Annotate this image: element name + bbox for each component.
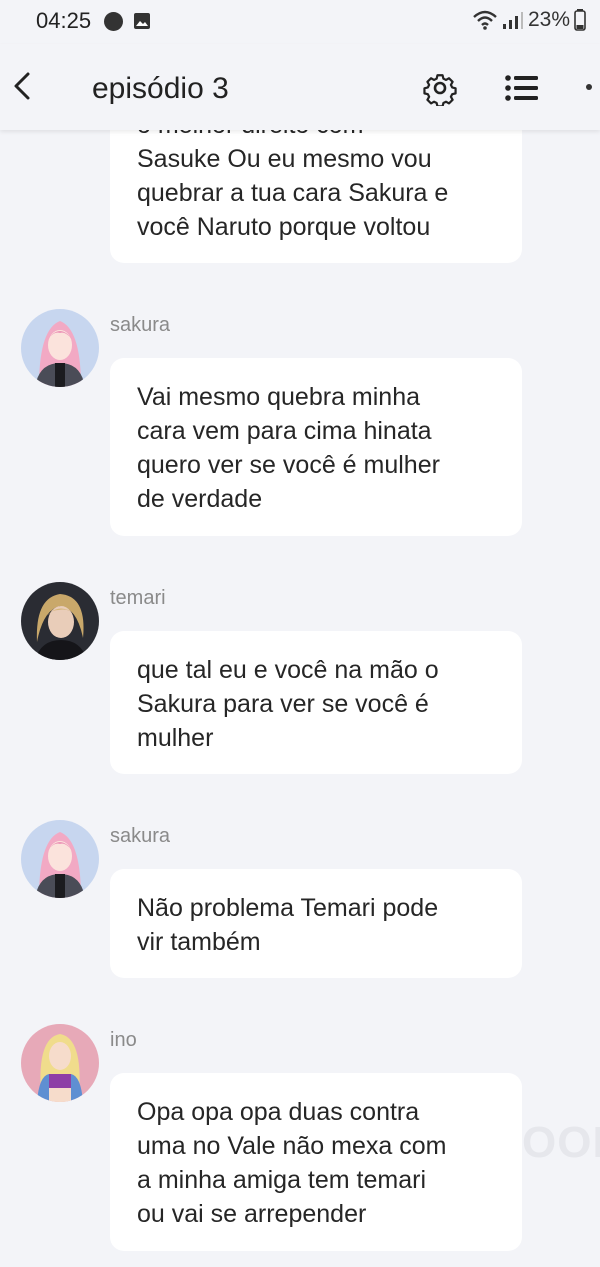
list-icon bbox=[505, 75, 538, 101]
sender-name: sakura bbox=[110, 314, 171, 336]
message-line: você Naruto porque voltou bbox=[137, 213, 431, 241]
message-line: quero ver se você é mulher bbox=[137, 451, 440, 479]
watermark: OON bbox=[522, 1118, 600, 1167]
status-time: 04:25 bbox=[36, 8, 92, 33]
image-notification-icon bbox=[133, 12, 151, 35]
message-bubble: Opa opa opa duas contra uma no Vale não … bbox=[110, 1073, 522, 1251]
message-line: Vai mesmo quebra minha bbox=[137, 383, 421, 411]
battery-icon bbox=[574, 9, 586, 31]
message-line: de verdade bbox=[137, 485, 263, 513]
settings-button[interactable] bbox=[422, 70, 458, 108]
wifi-icon bbox=[472, 9, 498, 31]
message-line: uma no Vale não mexa com bbox=[137, 1132, 447, 1160]
message-line: mulher bbox=[137, 724, 214, 752]
message-line: ou vai se arrepender bbox=[137, 1200, 367, 1228]
message-line: Opa opa opa duas contra bbox=[137, 1098, 420, 1126]
chat-thread: OON o melhor direito com Sasuke Ou eu me… bbox=[0, 0, 600, 1267]
avatar-sakura[interactable] bbox=[21, 309, 99, 387]
avatar-image bbox=[21, 309, 99, 387]
app-bar: episódio 3 bbox=[0, 44, 600, 130]
page-title: episódio 3 bbox=[92, 72, 229, 105]
avatar-sakura[interactable] bbox=[21, 820, 99, 898]
avatar-image bbox=[21, 1024, 99, 1102]
avatar-image bbox=[21, 582, 99, 660]
chevron-left-icon bbox=[14, 72, 30, 100]
more-dots-icon bbox=[586, 84, 592, 90]
message-line: quebrar a tua cara Sakura e bbox=[137, 179, 449, 207]
message-line: vir também bbox=[137, 928, 261, 956]
message-bubble: que tal eu e você na mão o Sakura para v… bbox=[110, 631, 522, 774]
avatar-image bbox=[21, 820, 99, 898]
message-line: Sakura para ver se você é bbox=[137, 690, 429, 718]
message-line: a minha amiga tem temari bbox=[137, 1166, 427, 1194]
signal-icon bbox=[502, 10, 524, 30]
back-button[interactable] bbox=[6, 66, 42, 106]
sender-name: ino bbox=[110, 1029, 137, 1051]
battery-percent: 23% bbox=[527, 8, 570, 31]
avatar-temari[interactable] bbox=[21, 582, 99, 660]
message-line: cara vem para cima hinata bbox=[137, 417, 432, 445]
message-line: Sasuke Ou eu mesmo vou bbox=[137, 145, 432, 173]
message-bubble: Não problema Temari pode vir também bbox=[110, 869, 522, 978]
chapter-list-button[interactable] bbox=[503, 70, 541, 106]
message-bubble: Vai mesmo quebra minha cara vem para cim… bbox=[110, 358, 522, 536]
notification-dot-icon bbox=[104, 12, 123, 31]
message-line: que tal eu e você na mão o bbox=[137, 656, 439, 684]
sender-name: temari bbox=[110, 587, 166, 609]
status-indicators: 23% bbox=[472, 8, 586, 32]
status-bar: 04:25 23% bbox=[0, 0, 600, 44]
more-options-button[interactable] bbox=[586, 84, 596, 94]
avatar-ino[interactable] bbox=[21, 1024, 99, 1102]
message-line: Não problema Temari pode bbox=[137, 894, 439, 922]
gear-icon bbox=[423, 74, 457, 108]
sender-name: sakura bbox=[110, 825, 171, 847]
